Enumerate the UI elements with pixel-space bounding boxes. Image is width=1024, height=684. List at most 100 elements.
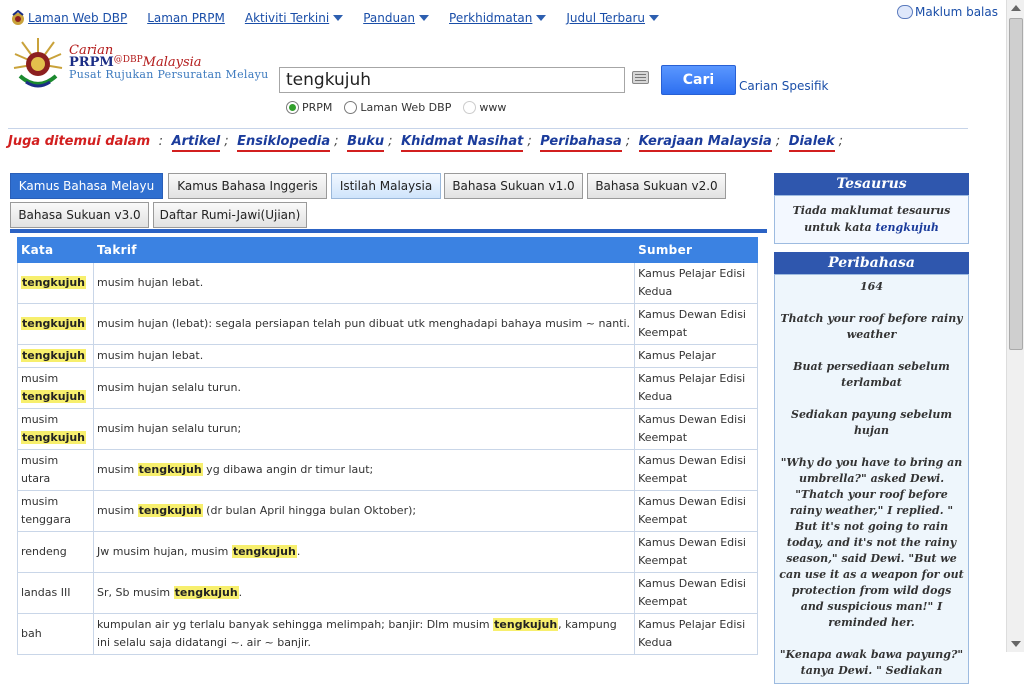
also-link-kerajaan-malaysia[interactable]: Kerajaan Malaysia [638,134,772,152]
kata-text: musim tenggara [21,495,72,526]
takrif-text-post: . [296,545,301,558]
cell-sumber: Kamus Pelajar Edisi Kedua [634,613,758,655]
search-input[interactable] [279,67,625,93]
peribahasa-meaning: Sediakan payung sebelum hujan [791,408,952,437]
scroll-down-arrow-icon[interactable] [1011,641,1021,647]
radio-laman-web-dbp[interactable] [344,101,358,114]
nav-aktiviti-terkini[interactable]: Aktiviti Terkini [244,11,344,25]
results-body: tengkujuh musim hujan lebat. Kamus Pelajar… [17,262,758,655]
feedback-label: Maklum balas [914,5,998,19]
also-link-dialek[interactable]: Dialek [788,134,835,152]
chevron-down-icon [536,15,547,21]
takrif-highlight: tengkujuh [173,586,239,599]
nav-laman-prpm[interactable]: Laman PRPM [147,11,225,25]
search-button[interactable]: Cari [661,65,736,95]
cell-kata: tengkujuh [17,303,94,345]
kata-text: musim [21,372,59,385]
cell-takrif: Sr, Sb musim tengkujuh. [92,572,636,614]
kata-highlight: tengkujuh [21,349,87,362]
cell-kata: rendeng [17,531,94,573]
radio-www-label: www [479,101,507,114]
nav-judul-label: Judul Terbaru [566,11,646,25]
nav-panduan-label: Panduan [363,11,416,25]
tab-kamus-bahasa-inggeris[interactable]: Kamus Bahasa Inggeris [168,173,327,199]
takrif-highlight: tengkujuh [137,504,203,517]
cell-kata: musim tengkujuh [17,367,94,409]
top-nav: Laman Web DBP Laman PRPM Aktiviti Terkin… [10,8,679,28]
radio-www[interactable] [463,101,477,114]
takrif-text: kumpulan air yg terlalu banyak sehingga … [96,618,494,631]
kata-text: musim [21,413,59,426]
nav-aktiviti-label: Aktiviti Terkini [244,11,330,25]
peribahasa-number: 164 [860,280,883,293]
keyboard-icon[interactable] [632,71,649,84]
cell-kata: landas III [17,572,94,614]
nav-judul-terbaru[interactable]: Judul Terbaru [566,11,660,25]
tab-bahasa-sukuan-v1[interactable]: Bahasa Sukuan v1.0 [444,173,583,199]
tab-kamus-bahasa-melayu[interactable]: Kamus Bahasa Melayu [10,173,163,199]
also-link-buku[interactable]: Buku [347,134,385,152]
kata-highlight: tengkujuh [21,390,87,403]
peribahasa-example-en: "Why do you have to bring an umbrella?" … [779,456,964,629]
cell-kata: musim utara [17,449,94,491]
chevron-down-icon [419,15,430,21]
brand-line3: Pusat Rujukan Persuratan Melayu [69,68,269,81]
also-link-artikel[interactable]: Artikel [171,134,221,152]
nav-perkhidmatan-label: Perkhidmatan [449,11,533,25]
separator: ; [224,134,229,149]
cell-sumber: Kamus Dewan Edisi Keempat [634,303,758,345]
cell-kata: tengkujuh [17,262,94,304]
takrif-text: musim hujan selalu turun; [96,422,242,435]
takrif-highlight: tengkujuh [493,618,559,631]
also-link-ensiklopedia[interactable]: Ensiklopedia [237,134,331,152]
also-link-peribahasa[interactable]: Peribahasa [540,134,622,152]
cell-takrif: musim tengkujuh (dr bulan April hingga b… [92,490,636,532]
peribahasa-box: 164 Thatch your roof before rainy weathe… [774,274,969,684]
cell-sumber: Kamus Dewan Edisi Keempat [634,572,758,614]
page-scrollbar[interactable] [1006,0,1024,652]
cell-takrif: kumpulan air yg terlalu banyak sehingga … [92,613,636,655]
takrif-text: musim [96,463,138,476]
scroll-up-arrow-icon[interactable] [1011,5,1021,11]
tesaurus-title: Tesaurus [774,173,969,195]
search-scope-options: PRPM Laman Web DBP www [286,101,518,114]
cell-sumber: Kamus Dewan Edisi Keempat [634,408,758,450]
peribahasa-english: Thatch your roof before rainy weather [780,312,963,341]
separator: ; [625,134,631,149]
tab-bahasa-sukuan-v2[interactable]: Bahasa Sukuan v2.0 [587,173,726,199]
kata-highlight: tengkujuh [21,431,87,444]
peribahasa-example-ms: "Kenapa awak bawa payung?" tanya Dewi. "… [779,648,964,683]
table-row: tengkujuh musim hujan lebat. Kamus Pelajar [17,344,758,368]
nav-laman-web-dbp[interactable]: Laman Web DBP [28,11,127,25]
takrif-highlight: tengkujuh [231,545,297,558]
kata-highlight: tengkujuh [21,276,87,289]
takrif-text: Jw musim hujan, musim [96,545,232,558]
feedback-link[interactable]: Maklum balas [896,5,998,19]
header-divider [8,128,968,129]
table-row: musim tengkujuh musim hujan selalu turun. K… [17,367,758,409]
dbp-mini-logo-icon [12,10,24,25]
takrif-text: musim hujan (lebat): segala persiapan te… [96,317,631,330]
takrif-highlight: tengkujuh [137,463,203,476]
column-header-takrif: Takrif [92,237,636,263]
table-row: musim tengkujuh musim hujan selalu turun; K… [17,408,758,450]
tab-istilah-malaysia[interactable]: Istilah Malaysia [331,173,441,199]
takrif-text-post: (dr bulan April hingga bulan Oktober); [202,504,417,517]
cell-kata: musim tengkujuh [17,408,94,450]
scroll-thumb[interactable] [1009,18,1023,350]
column-header-sumber: Sumber [634,237,758,263]
nav-perkhidmatan[interactable]: Perkhidmatan [449,11,547,25]
also-link-khidmat-nasihat[interactable]: Khidmat Nasihat [401,134,524,152]
cell-kata: bah [17,613,94,655]
tab-daftar-rumi-jawi[interactable]: Daftar Rumi-Jawi(Ujian) [153,202,307,228]
cell-sumber: Kamus Dewan Edisi Keempat [634,449,758,491]
specific-search-link[interactable]: Carian Spesifik [739,79,828,93]
tab-bahasa-sukuan-v3[interactable]: Bahasa Sukuan v3.0 [10,202,149,228]
cell-takrif: musim hujan lebat. [92,344,636,368]
radio-prpm[interactable] [286,101,299,114]
nav-panduan[interactable]: Panduan [363,11,430,25]
table-row: rendeng Jw musim hujan, musim tengkujuh. K… [17,531,758,573]
table-header-row: Kata Takrif Sumber [17,237,758,263]
kata-text: landas III [21,586,71,599]
cell-kata: tengkujuh [17,344,94,368]
